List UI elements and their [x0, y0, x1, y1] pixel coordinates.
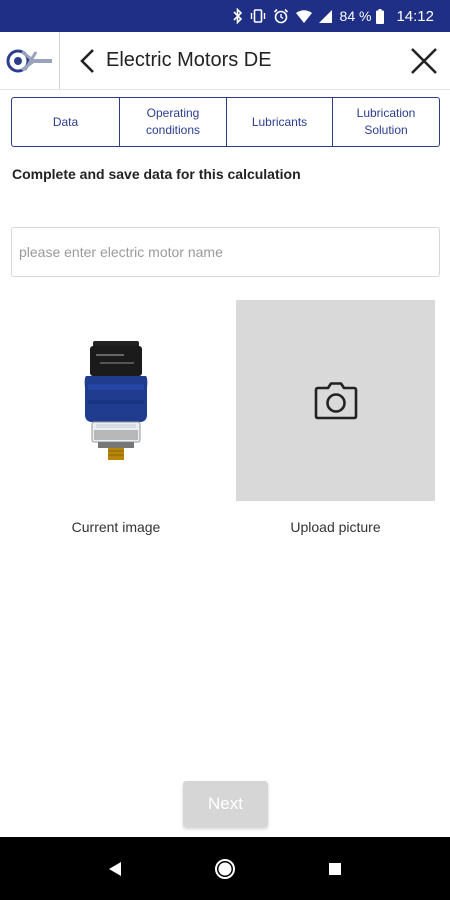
nav-recents-button[interactable] — [315, 849, 355, 889]
tab-bar: Data Operating conditions Lubricants Lub… — [11, 97, 440, 147]
back-button[interactable] — [72, 41, 102, 81]
lubricator-image — [84, 341, 148, 460]
battery-percent: 84 % — [339, 8, 372, 24]
alarm-icon — [273, 8, 289, 24]
triangle-back-icon — [109, 861, 121, 876]
nav-home-button[interactable] — [205, 849, 245, 889]
close-button[interactable] — [404, 41, 444, 81]
nav-back-button[interactable] — [95, 849, 135, 889]
next-button[interactable]: Next — [183, 781, 268, 827]
instruction-text: Complete and save data for this calculat… — [12, 166, 301, 182]
square-recents-icon — [329, 862, 341, 875]
clock: 14:12 — [396, 7, 434, 25]
signal-icon — [318, 8, 332, 24]
circle-home-icon — [215, 858, 235, 879]
upload-picture-button[interactable] — [236, 300, 435, 501]
status-bar: 84 % 14:12 — [0, 0, 450, 32]
screen: 84 % 14:12 Electric Motors DE Data Opera… — [0, 0, 450, 900]
camera-icon — [314, 381, 357, 419]
battery-icon — [376, 8, 385, 24]
tab-lubricants[interactable]: Lubricants — [227, 98, 333, 146]
current-image — [16, 300, 216, 501]
wifi-icon — [295, 8, 312, 24]
tab-operating-conditions[interactable]: Operating conditions — [120, 98, 227, 146]
logo-icon — [6, 49, 52, 72]
bluetooth-icon — [232, 8, 243, 24]
logo — [0, 31, 60, 90]
tab-data[interactable]: Data — [12, 98, 120, 146]
motor-name-input[interactable] — [11, 227, 440, 277]
page-title: Electric Motors DE — [106, 49, 272, 71]
vibrate-icon — [250, 8, 266, 24]
system-nav-bar — [0, 837, 450, 900]
app-header: Electric Motors DE — [0, 31, 450, 90]
current-image-label: Current image — [71, 519, 161, 535]
chevron-left-icon — [80, 48, 94, 73]
upload-picture-label: Upload picture — [290, 519, 381, 535]
close-icon — [411, 47, 437, 74]
tab-lubrication-solution[interactable]: Lubrication Solution — [333, 98, 439, 146]
